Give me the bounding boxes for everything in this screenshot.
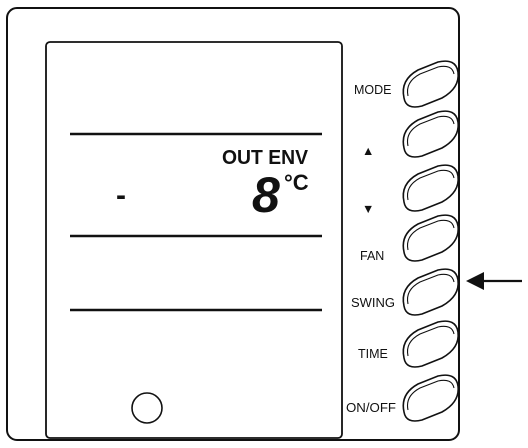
lcd-sign: - [116,179,126,212]
mode-button-label: MODE [354,83,392,97]
lcd-mode-text: OUT ENV [222,147,309,169]
time-button-label: TIME [358,347,388,361]
thermostat-controller: OUT ENV - 8 °C MODE ▲ ▼ FAN SWING TIME O… [6,7,522,441]
swing-button-label: SWING [351,296,395,310]
arrow-left-icon [466,272,522,290]
down-arrow-icon: ▼ [362,202,374,216]
lcd-temperature: 8 [252,167,280,223]
up-arrow-icon: ▲ [362,144,374,158]
fan-button-label: FAN [360,249,384,263]
onoff-button-label: ON/OFF [346,401,396,415]
lcd-screen [45,41,343,439]
lcd-round-button[interactable] [131,392,163,424]
lcd-unit: °C [284,170,309,195]
